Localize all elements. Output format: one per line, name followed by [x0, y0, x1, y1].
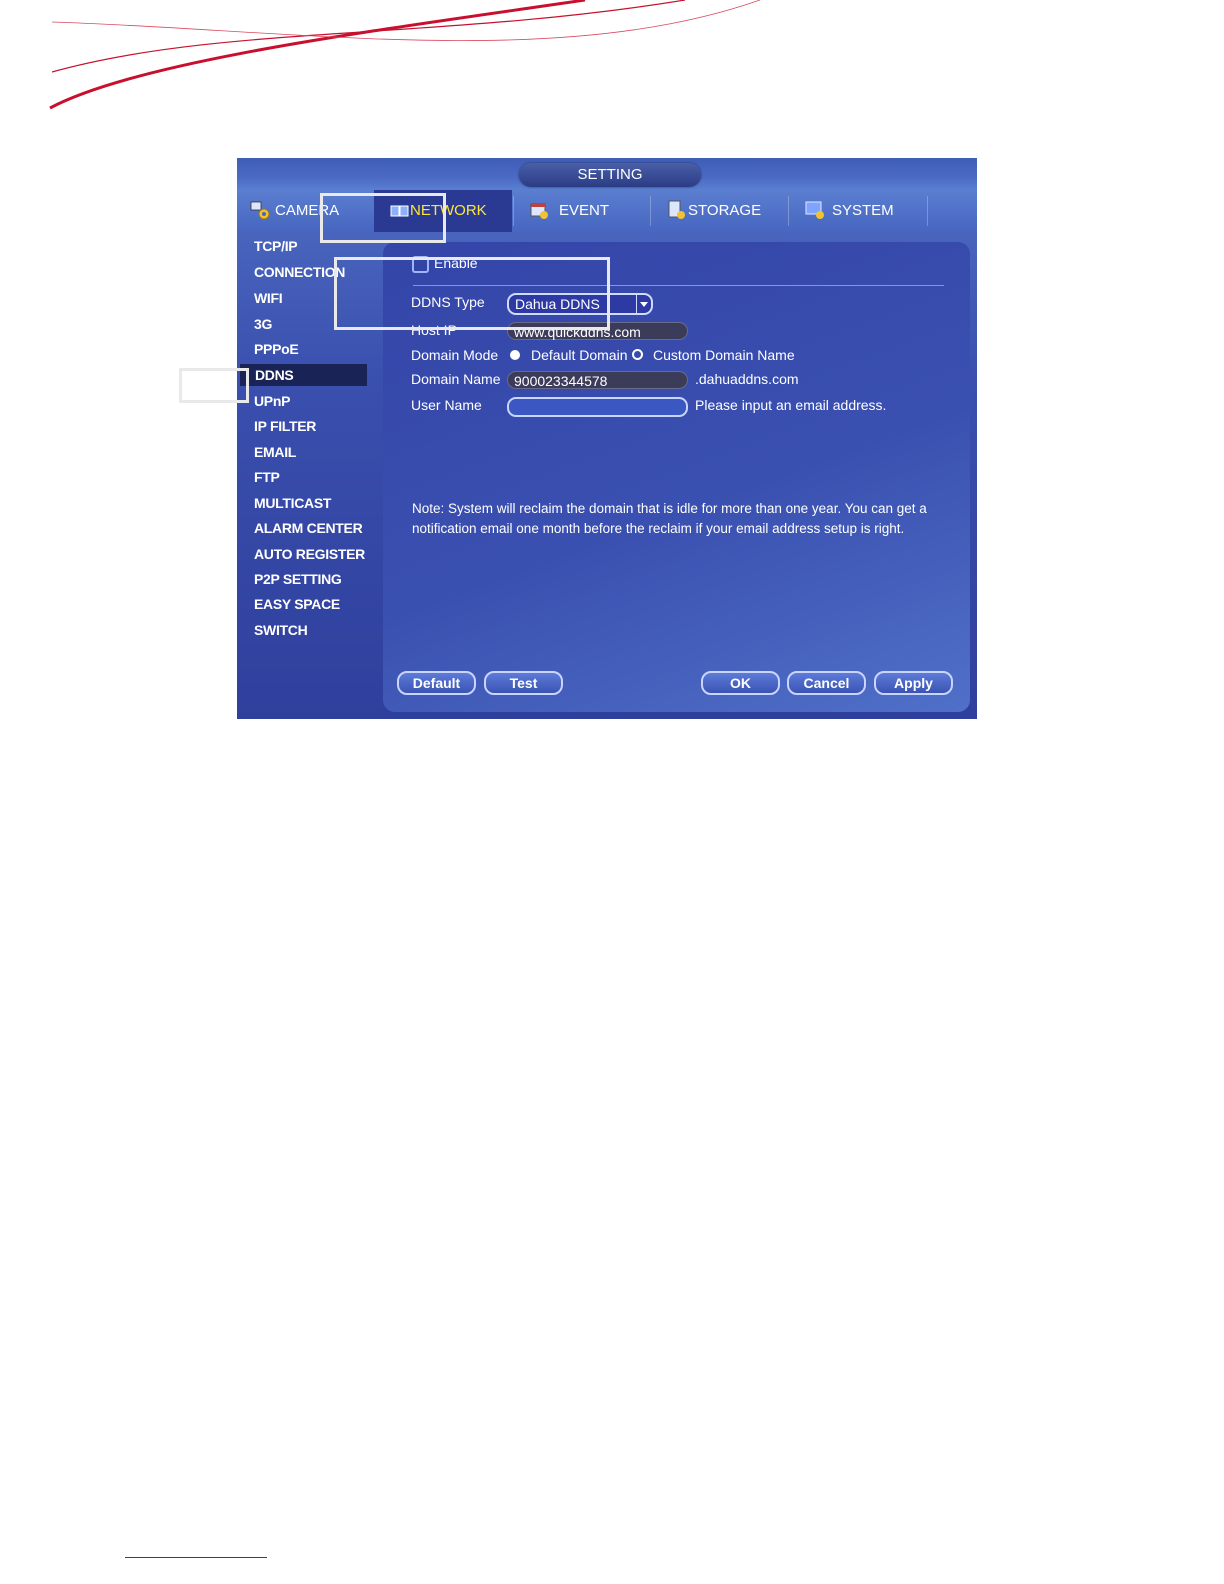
event-icon: [530, 203, 548, 219]
storage-icon: [668, 200, 685, 219]
domain-suffix: .dahuaddns.com: [695, 371, 799, 387]
header-swoosh-decoration: [49, 0, 761, 110]
sidebar-item-easy-space[interactable]: EASY SPACE: [254, 593, 382, 615]
title-bar: SETTING: [237, 158, 977, 190]
custom-domain-label: Custom Domain Name: [653, 347, 795, 363]
default-button[interactable]: Default: [397, 671, 476, 695]
user-name-label: User Name: [411, 397, 482, 413]
note-line-2: notification email one month before the …: [412, 521, 905, 536]
sidebar-item-alarm-center[interactable]: ALARM CENTER: [254, 517, 382, 539]
system-icon: [805, 201, 824, 219]
user-name-hint: Please input an email address.: [695, 397, 887, 413]
sidebar-item-pppoe[interactable]: PPPoE: [254, 338, 382, 360]
tab-system[interactable]: SYSTEM: [789, 190, 927, 232]
custom-domain-radio[interactable]: [632, 349, 643, 360]
sidebar-item-auto-register[interactable]: AUTO REGISTER: [254, 543, 382, 565]
camera-gear-icon: [250, 201, 270, 220]
cancel-button[interactable]: Cancel: [787, 671, 866, 695]
test-button[interactable]: Test: [484, 671, 563, 695]
sidebar-item-ftp[interactable]: FTP: [254, 466, 382, 488]
sidebar-item-ddns[interactable]: DDNS: [240, 364, 367, 386]
note-line-1: Note: System will reclaim the domain tha…: [412, 501, 927, 516]
highlight-box-enable-ddns: [334, 257, 610, 330]
sidebar-item-ip-filter[interactable]: IP FILTER: [254, 415, 382, 437]
sidebar-item-switch[interactable]: SWITCH: [254, 619, 382, 641]
apply-button[interactable]: Apply: [874, 671, 953, 695]
ok-button[interactable]: OK: [701, 671, 780, 695]
sidebar-item-p2p-setting[interactable]: P2P SETTING: [254, 568, 382, 590]
footer-line: [125, 1557, 267, 1558]
domain-name-field[interactable]: 900023344578: [507, 371, 688, 389]
highlight-box-network-tab: [320, 193, 446, 243]
domain-mode-label: Domain Mode: [411, 347, 499, 363]
chevron-down-icon: [636, 295, 651, 313]
user-name-input[interactable]: [507, 397, 688, 417]
tab-divider: [927, 196, 928, 226]
default-domain-label: Default Domain: [531, 347, 628, 363]
window-title: SETTING: [519, 163, 701, 187]
sidebar-item-email[interactable]: EMAIL: [254, 441, 382, 463]
tab-event[interactable]: EVENT: [514, 190, 650, 232]
default-domain-radio[interactable]: [510, 350, 520, 360]
tab-storage-label: STORAGE: [688, 202, 762, 219]
highlight-box-ddns-menu: [179, 368, 249, 403]
domain-name-label: Domain Name: [411, 371, 501, 387]
sidebar-item-multicast[interactable]: MULTICAST: [254, 492, 382, 514]
sidebar-item-upnp[interactable]: UPnP: [254, 390, 382, 412]
tab-storage[interactable]: STORAGE: [651, 190, 788, 232]
tab-event-label: EVENT: [559, 202, 610, 219]
tab-system-label: SYSTEM: [832, 202, 894, 219]
